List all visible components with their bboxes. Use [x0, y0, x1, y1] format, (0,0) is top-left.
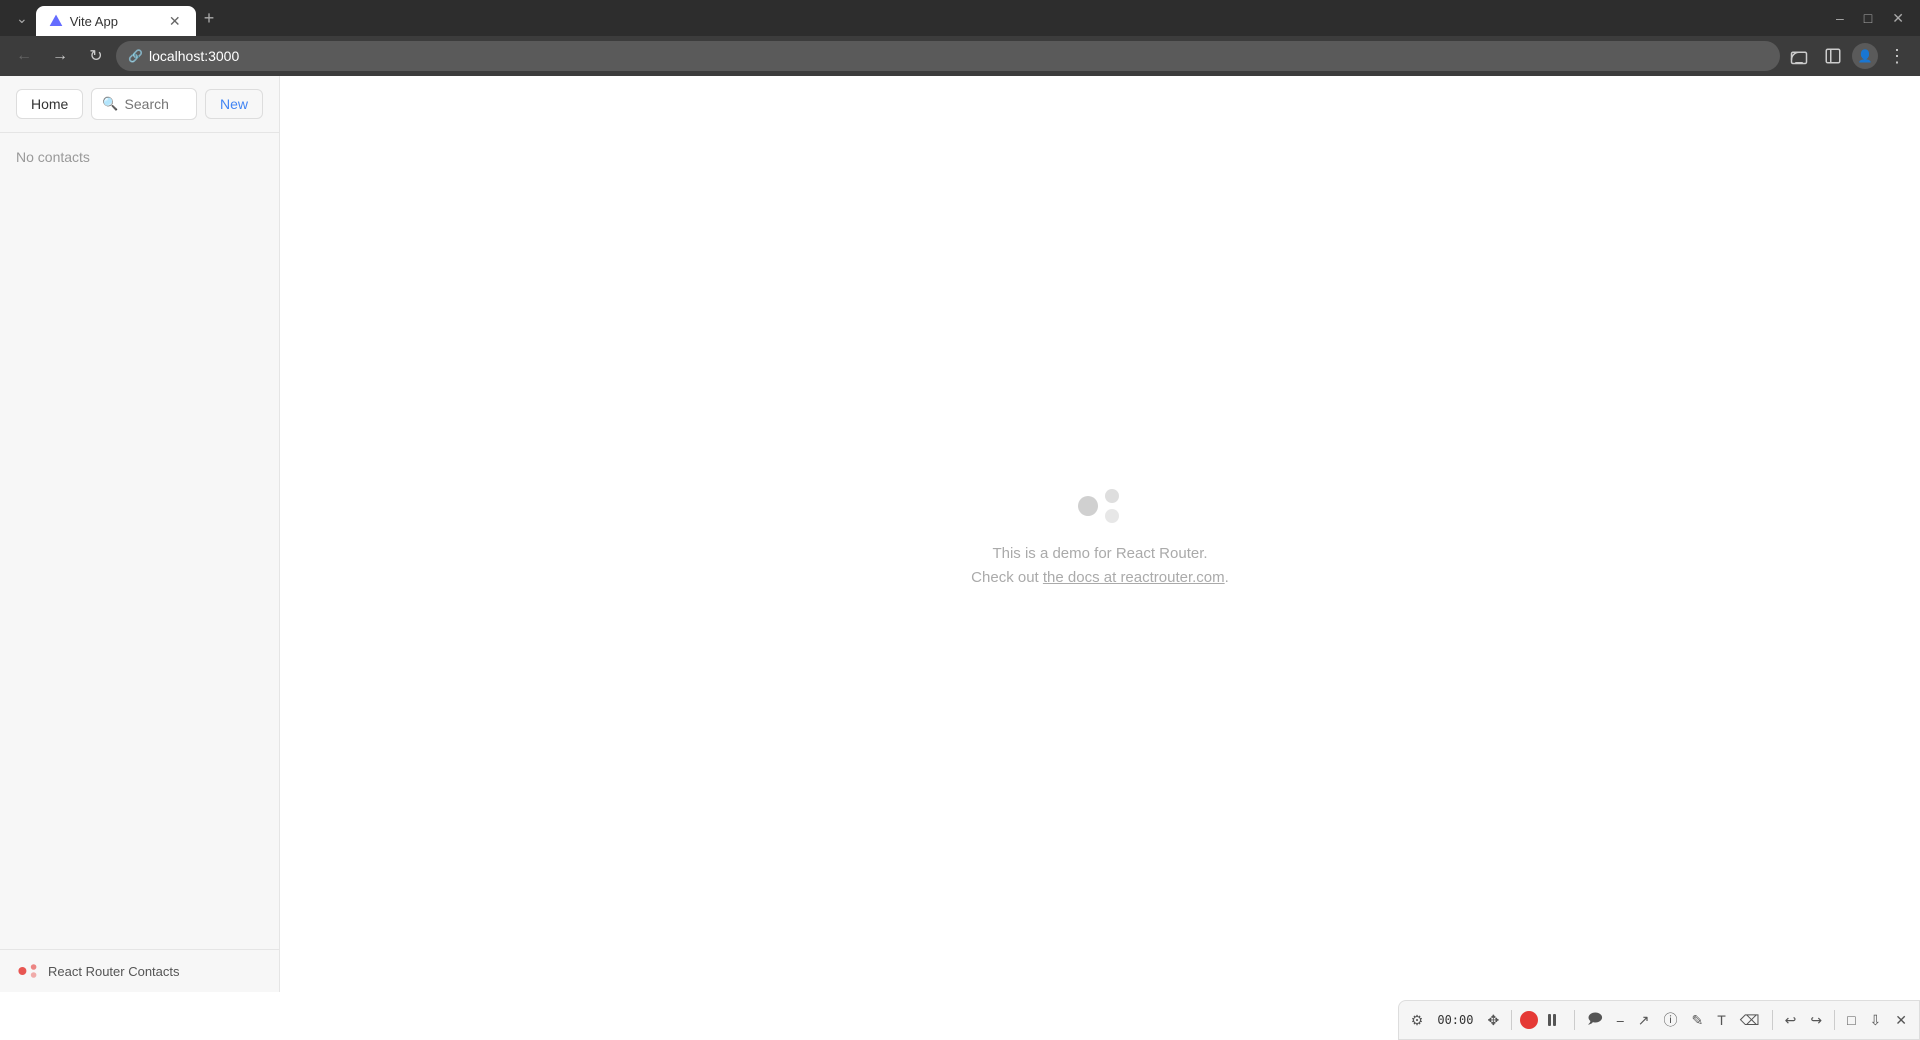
sidebar-header: Home 🔍 New	[0, 76, 279, 133]
branch-icon[interactable]: ⎯	[1613, 1010, 1628, 1031]
maximize-button[interactable]: □	[1856, 6, 1880, 30]
new-tab-button[interactable]: +	[196, 8, 223, 29]
pencil-icon[interactable]: ✎	[1688, 1010, 1708, 1031]
docs-link[interactable]: the docs at reactrouter.com	[1043, 569, 1225, 586]
demo-line2: Check out the docs at reactrouter.com.	[971, 566, 1229, 590]
demo-line2-prefix: Check out	[971, 569, 1043, 586]
demo-text-block: This is a demo for React Router. Check o…	[971, 542, 1229, 590]
app-container: Home 🔍 New No contacts React Router Cont…	[0, 76, 1920, 992]
forward-button[interactable]: →	[44, 40, 76, 72]
info-icon[interactable]: ⓘ	[1660, 1008, 1682, 1032]
home-button[interactable]: Home	[16, 89, 83, 119]
record-button[interactable]	[1520, 1011, 1538, 1029]
menu-button[interactable]: ⋮	[1882, 42, 1912, 70]
footer-logo	[16, 962, 40, 980]
arrow-icon[interactable]: ↗	[1634, 1010, 1654, 1031]
divider-1	[1511, 1010, 1512, 1030]
minimize-button[interactable]: –	[1828, 6, 1852, 30]
search-input[interactable]	[125, 96, 186, 112]
url-display: localhost:3000	[149, 48, 1768, 64]
no-contacts-label: No contacts	[16, 149, 90, 165]
sidebar-toggle[interactable]	[1818, 42, 1848, 70]
active-tab[interactable]: Vite App ✕	[36, 6, 196, 36]
browser-toolbar: ← → ↻ 🔗 localhost:3000 👤	[0, 36, 1920, 76]
divider-4	[1834, 1010, 1835, 1030]
main-content: This is a demo for React Router. Check o…	[280, 76, 1920, 992]
profile-button[interactable]: 👤	[1852, 43, 1878, 69]
settings-icon[interactable]: ⚙	[1407, 1010, 1428, 1031]
back-button[interactable]: ←	[8, 40, 40, 72]
sidebar: Home 🔍 New No contacts React Router Cont…	[0, 76, 280, 992]
pause-button[interactable]	[1544, 1011, 1566, 1029]
rr-logo-svg	[1068, 478, 1132, 526]
reload-button[interactable]: ↻	[80, 40, 112, 72]
lock-icon: 🔗	[128, 49, 143, 63]
demo-line1: This is a demo for React Router.	[971, 542, 1229, 566]
divider-3	[1772, 1010, 1773, 1030]
profile-icon: 👤	[1858, 49, 1873, 63]
react-router-logo	[1068, 478, 1132, 526]
demo-line2-suffix: .	[1225, 569, 1229, 586]
text-icon[interactable]: T	[1713, 1010, 1730, 1030]
move-icon[interactable]: ✥	[1483, 1010, 1503, 1031]
search-icon: 🔍	[102, 96, 118, 112]
divider-2	[1574, 1010, 1575, 1030]
download-icon[interactable]: ⇩	[1866, 1010, 1886, 1031]
address-bar[interactable]: 🔗 localhost:3000	[116, 41, 1780, 71]
tab-list-icon[interactable]: ⌄	[8, 10, 36, 27]
close-button[interactable]: ✕	[1884, 6, 1912, 31]
bottom-toolbar: ⚙ 00:00 ✥ 🗩 ⎯ ↗ ⓘ ✎ T ⌫ ↩ ↪ □ ⇩ ✕	[1398, 1000, 1920, 1040]
new-button[interactable]: New	[205, 89, 263, 119]
speech-bubble-icon[interactable]: 🗩	[1583, 1006, 1607, 1034]
tab-close-button[interactable]: ✕	[166, 12, 184, 30]
tab-favicon	[48, 13, 64, 29]
search-container[interactable]: 🔍	[91, 88, 197, 120]
window-controls: – □ ✕	[1828, 6, 1912, 31]
timer-display: 00:00	[1433, 1013, 1477, 1027]
footer-app-name: React Router Contacts	[48, 964, 180, 979]
sidebar-footer: React Router Contacts	[0, 949, 279, 992]
undo-button[interactable]: ↩	[1781, 1010, 1801, 1031]
tab-title: Vite App	[70, 14, 160, 29]
redo-button[interactable]: ↪	[1806, 1010, 1826, 1031]
eraser-icon[interactable]: ⌫	[1736, 1010, 1764, 1031]
close-toolbar-button[interactable]: ✕	[1891, 1010, 1911, 1031]
toolbar-right: 👤 ⋮	[1784, 42, 1912, 70]
react-router-footer-logo	[16, 962, 40, 980]
expand-icon[interactable]: □	[1843, 1010, 1859, 1030]
cast-button[interactable]	[1784, 42, 1814, 70]
contacts-list: No contacts	[0, 133, 279, 949]
